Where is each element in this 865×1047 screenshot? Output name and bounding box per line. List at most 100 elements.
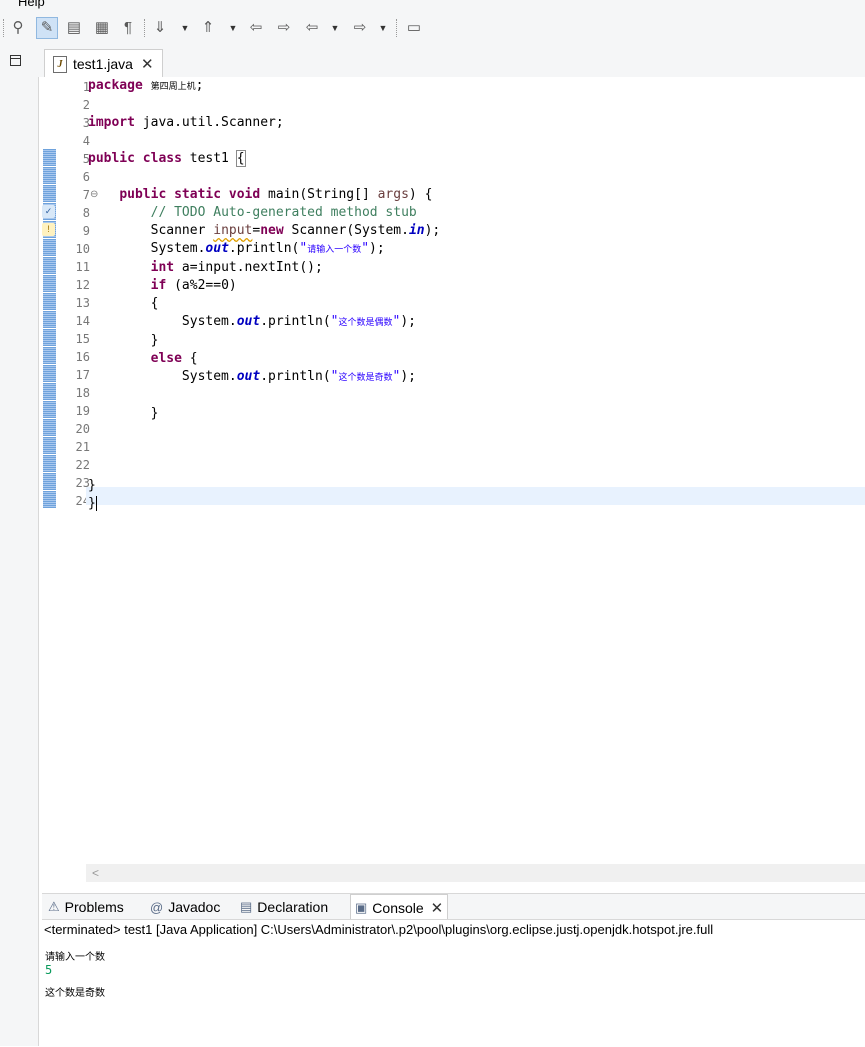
editor-tab-test1[interactable]: J test1.java ✕	[44, 49, 163, 78]
code-text: .println(	[260, 369, 331, 384]
scroll-left-icon[interactable]: <	[92, 864, 99, 882]
static-field: out	[205, 241, 229, 256]
code-text: );	[424, 223, 441, 238]
last-edit-location-icon[interactable]: ⇦	[246, 18, 266, 38]
code-text: {	[181, 351, 198, 366]
code-text: }	[150, 406, 159, 421]
problems-icon: ⚠	[48, 899, 60, 914]
code-text: ) {	[408, 187, 433, 202]
change-marker	[43, 383, 56, 400]
restore-icon[interactable]	[10, 55, 21, 66]
tab-javadoc[interactable]: @ Javadoc	[146, 894, 224, 920]
keyword: if	[150, 278, 167, 293]
change-marker	[43, 257, 56, 274]
matching-brace: {	[235, 150, 246, 167]
tab-problems[interactable]: ⚠ Problems	[44, 894, 128, 920]
code-editor[interactable]: ✓ ! 1 2 3 4 5 6 7 ⊖ 8 9 10 11 12 13 14 1…	[42, 77, 865, 864]
change-marker	[43, 401, 56, 418]
back-icon[interactable]: ⇦	[302, 18, 322, 38]
forward-icon[interactable]: ⇨	[350, 18, 370, 38]
change-marker	[43, 311, 56, 328]
editor-tab-bar: J test1.java ✕	[38, 46, 865, 78]
console-icon: ▣	[355, 900, 368, 915]
next-annotation-icon[interactable]: ⇓	[150, 18, 170, 38]
code-text: }	[88, 478, 96, 493]
console-process-description: <terminated> test1 [Java Application] C:…	[44, 922, 714, 937]
show-source-icon[interactable]: ▤	[64, 18, 84, 38]
open-task-icon[interactable]: ▭	[404, 18, 424, 38]
tab-console[interactable]: ▣ Console ✕	[350, 894, 449, 921]
toolbar-separator	[396, 19, 397, 37]
tab-label: Javadoc	[168, 899, 221, 915]
console-view[interactable]: <terminated> test1 [Java Application] C:…	[42, 919, 865, 1047]
source-code[interactable]: package 第四周上机; import java.util.Scanner;…	[88, 77, 440, 513]
static-field: out	[236, 314, 261, 329]
change-marker	[43, 293, 56, 310]
change-marker	[43, 167, 56, 184]
console-output-line: 这个数是奇数	[45, 988, 105, 999]
forward-edit-icon[interactable]: ⇨	[274, 18, 294, 38]
code-text: System.	[150, 241, 206, 256]
menu-bar: Help	[0, 0, 865, 10]
previous-annotation-icon[interactable]: ⇑	[198, 18, 218, 38]
code-text: }	[150, 333, 159, 348]
local-variable-warning: input	[213, 223, 253, 238]
code-text: System.	[181, 369, 237, 384]
string-literal: 请输入一个数	[307, 245, 362, 255]
change-marker	[43, 437, 56, 454]
change-marker	[43, 365, 56, 382]
keyword: public class	[88, 151, 182, 166]
change-marker	[43, 347, 56, 364]
debug-run-icon[interactable]: ⚲	[8, 18, 28, 38]
chevron-down-icon[interactable]: ▼	[378, 18, 388, 38]
highlight-toggle-icon[interactable]: ✎	[36, 17, 58, 39]
code-text: Scanner(System.	[283, 223, 409, 238]
parameter-name: args	[377, 187, 409, 202]
code-text: java.util.Scanner;	[134, 115, 284, 130]
change-marker	[43, 455, 56, 472]
annotation-ruler: ✓ !	[42, 77, 56, 864]
change-marker	[43, 185, 56, 202]
string-literal: 这个数是奇数	[338, 373, 393, 383]
show-whitespace-icon[interactable]: ¶	[118, 18, 138, 38]
keyword: int	[150, 260, 175, 275]
horizontal-scrollbar[interactable]: <	[86, 864, 865, 882]
left-trim-stack	[0, 46, 39, 1046]
warning-marker-icon[interactable]: !	[42, 223, 55, 236]
code-text: .println(	[260, 314, 331, 329]
change-marker	[43, 149, 56, 166]
block-selection-icon[interactable]: ▦	[92, 18, 112, 38]
chevron-down-icon[interactable]: ▼	[330, 18, 340, 38]
menu-help[interactable]: Help	[18, 0, 45, 9]
chevron-down-icon[interactable]: ▼	[228, 18, 238, 38]
console-input-line: 5	[45, 963, 53, 977]
class-name: test1	[181, 151, 237, 166]
line-number-gutter: 1 2 3 4 5 6 7 ⊖ 8 9 10 11 12 13 14 15 16…	[56, 77, 98, 864]
keyword: else	[150, 351, 182, 366]
keyword: new	[260, 223, 284, 238]
code-text: Scanner	[150, 223, 214, 238]
tab-declaration[interactable]: ▤ Declaration	[236, 894, 332, 920]
change-marker	[43, 491, 56, 508]
code-text: a=input.nextInt();	[174, 260, 323, 275]
toolbar: ⚲ ✎ ▤ ▦ ¶ ⇓ ▼ ⇑ ▼ ⇦ ⇨ ⇦ ▼ ⇨ ▼ ▭	[0, 10, 865, 46]
code-text: (a%2==0)	[166, 278, 237, 293]
close-icon[interactable]: ✕	[141, 55, 154, 73]
code-area[interactable]: package 第四周上机; import java.util.Scanner;…	[86, 77, 865, 864]
toolbar-separator	[144, 19, 145, 37]
java-file-icon: J	[53, 55, 67, 73]
close-icon[interactable]: ✕	[431, 899, 444, 917]
code-text: System.	[181, 314, 237, 329]
code-text: main(String[]	[260, 187, 378, 202]
static-field: in	[408, 223, 425, 238]
task-marker-icon[interactable]: ✓	[42, 205, 55, 218]
change-marker	[43, 329, 56, 346]
change-marker	[43, 473, 56, 490]
change-marker	[43, 275, 56, 292]
scrollbar-corner	[42, 864, 86, 882]
static-field: out	[236, 369, 261, 384]
chevron-down-icon[interactable]: ▼	[180, 18, 190, 38]
code-text: );	[369, 241, 385, 256]
change-marker	[43, 419, 56, 436]
editor-tab-label: test1.java	[73, 56, 133, 72]
